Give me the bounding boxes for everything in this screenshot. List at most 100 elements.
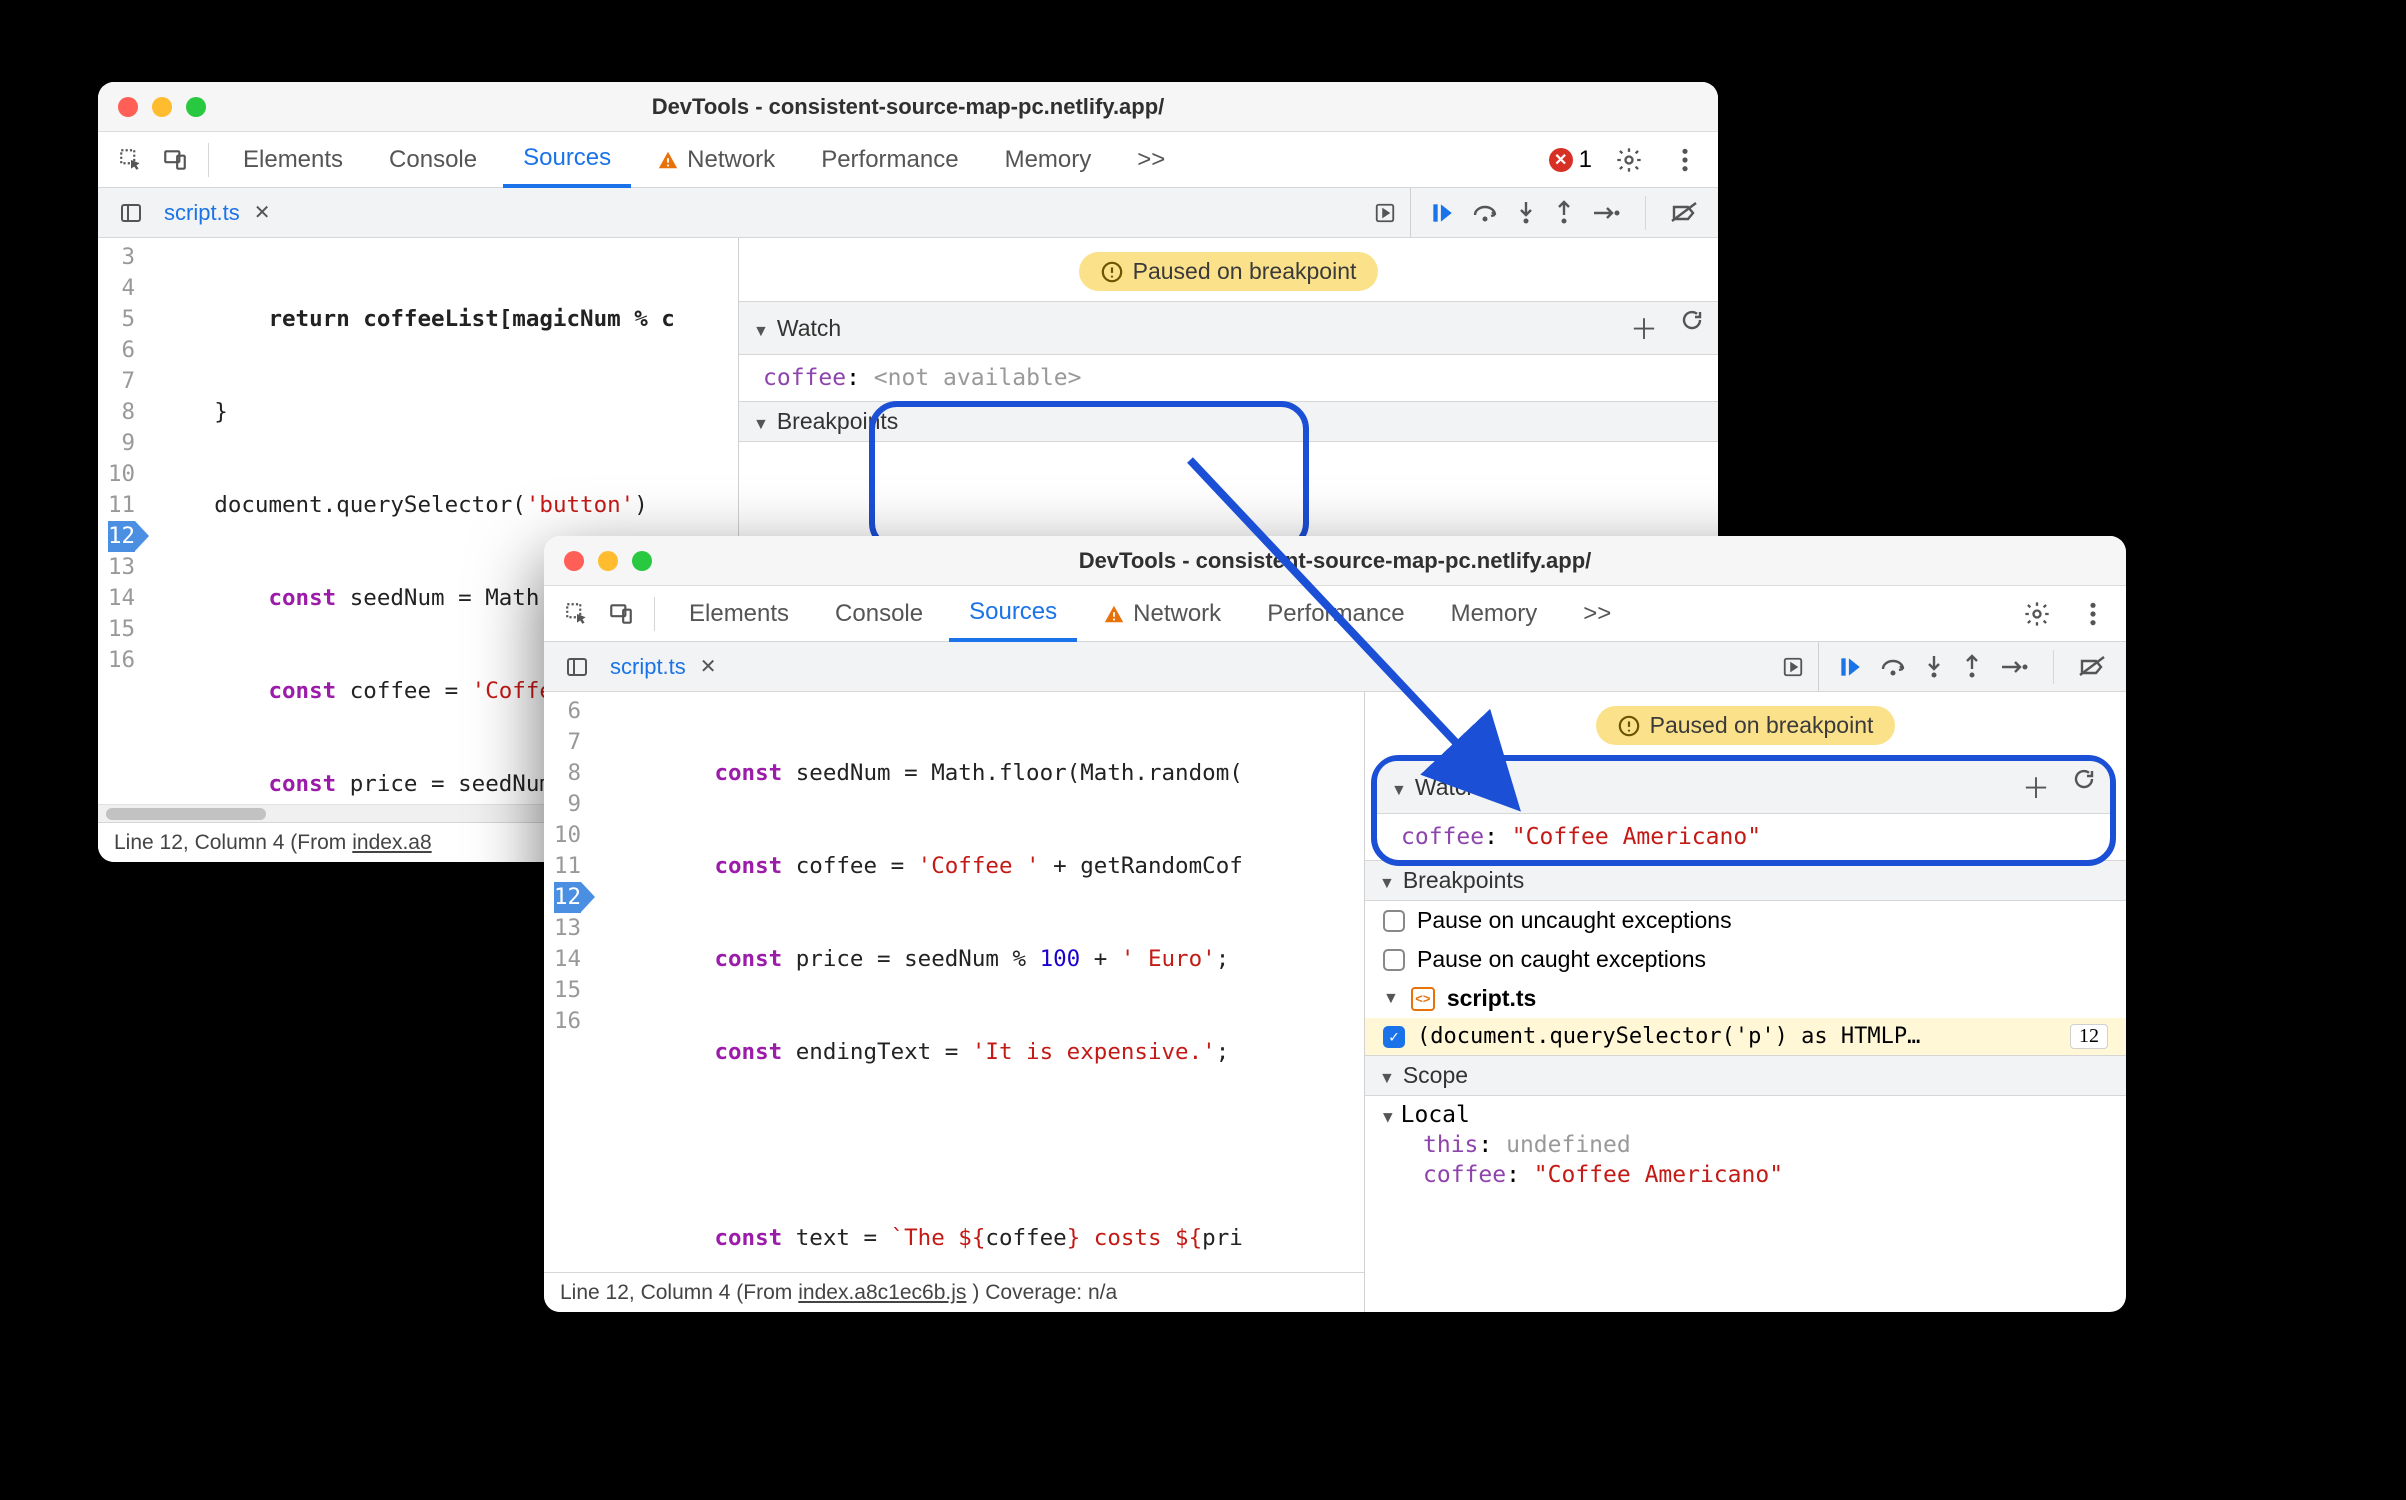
- run-snippet-icon[interactable]: [1774, 656, 1818, 678]
- sourcemap-link[interactable]: index.a8c1ec6b.js: [798, 1281, 966, 1305]
- scope-local[interactable]: Local: [1383, 1100, 2108, 1130]
- code-area[interactable]: const seedNum = Math.floor(Math.random( …: [596, 692, 1253, 1272]
- tab-console[interactable]: Console: [369, 132, 497, 188]
- pause-badge: Paused on breakpoint: [1596, 706, 1896, 745]
- tab-sources[interactable]: Sources: [949, 586, 1077, 642]
- tab-memory[interactable]: Memory: [1431, 586, 1558, 642]
- divider: [654, 597, 655, 631]
- panel-tabs: Elements Console Sources Network Perform…: [544, 586, 2126, 642]
- tab-memory[interactable]: Memory: [985, 132, 1112, 188]
- minimize-icon[interactable]: [598, 551, 618, 571]
- file-tab[interactable]: script.ts: [164, 200, 240, 226]
- watch-highlight: [869, 401, 1309, 551]
- deactivate-breakpoints-icon[interactable]: [2078, 655, 2108, 679]
- refresh-icon[interactable]: [2072, 767, 2096, 807]
- scope-var-this[interactable]: this: undefined: [1383, 1130, 2108, 1160]
- watch-expression[interactable]: coffee: "Coffee Americano": [1377, 814, 2110, 860]
- watch-header[interactable]: Watch ＋: [739, 301, 1718, 355]
- device-icon[interactable]: [156, 141, 194, 179]
- breakpoint-file[interactable]: ▼<>script.ts: [1365, 979, 2126, 1018]
- tab-more[interactable]: >>: [1563, 586, 1631, 642]
- status-bar: Line 12, Column 4 (From index.a8c1ec6b.j…: [544, 1272, 1364, 1312]
- scope-header[interactable]: Scope: [1365, 1055, 2126, 1096]
- zoom-icon[interactable]: [632, 551, 652, 571]
- navigator-toggle-icon[interactable]: [112, 194, 150, 232]
- scope-var-coffee[interactable]: coffee: "Coffee Americano": [1383, 1160, 2108, 1190]
- watch-header[interactable]: Watch ＋: [1377, 761, 2110, 814]
- code-editor[interactable]: 678910111213141516 const seedNum = Math.…: [544, 692, 1364, 1272]
- add-watch-icon[interactable]: ＋: [2022, 767, 2050, 807]
- breakpoint-item[interactable]: ✓(document.querySelector('p') as HTMLP…1…: [1365, 1018, 2126, 1055]
- window-title: DevTools - consistent-source-map-pc.netl…: [544, 548, 2126, 574]
- file-tab[interactable]: script.ts: [610, 654, 686, 680]
- run-snippet-icon[interactable]: [1366, 202, 1410, 224]
- minimize-icon[interactable]: [152, 97, 172, 117]
- resume-icon[interactable]: [1429, 200, 1455, 226]
- kebab-icon[interactable]: [2074, 595, 2112, 633]
- close-icon[interactable]: [118, 97, 138, 117]
- step-icon[interactable]: [1999, 656, 2029, 678]
- step-out-icon[interactable]: [1961, 654, 1983, 680]
- inspect-icon[interactable]: [558, 595, 596, 633]
- tab-performance[interactable]: Performance: [1247, 586, 1424, 642]
- file-tab-bar: script.ts ✕: [544, 642, 2126, 692]
- step-into-icon[interactable]: [1923, 654, 1945, 680]
- navigator-toggle-icon[interactable]: [558, 648, 596, 686]
- inspect-icon[interactable]: [112, 141, 150, 179]
- traffic-lights: [118, 97, 206, 117]
- tab-elements[interactable]: Elements: [669, 586, 809, 642]
- step-over-icon[interactable]: [1471, 201, 1499, 225]
- step-into-icon[interactable]: [1515, 200, 1537, 226]
- watch-expression[interactable]: coffee: <not available>: [739, 355, 1718, 401]
- devtools-window-2: DevTools - consistent-source-map-pc.netl…: [544, 536, 2126, 1312]
- panel-tabs: Elements Console Sources Network Perform…: [98, 132, 1718, 188]
- sourcemap-link[interactable]: index.a8: [352, 831, 431, 855]
- pause-badge: Paused on breakpoint: [1079, 252, 1379, 291]
- step-over-icon[interactable]: [1879, 655, 1907, 679]
- deactivate-breakpoints-icon[interactable]: [1670, 201, 1700, 225]
- divider: [208, 143, 209, 177]
- close-tab-icon[interactable]: ✕: [700, 654, 717, 679]
- refresh-icon[interactable]: [1680, 308, 1704, 348]
- tab-network[interactable]: Network: [637, 132, 795, 188]
- add-watch-icon[interactable]: ＋: [1630, 308, 1658, 348]
- debug-controls: [1818, 642, 2126, 691]
- debug-controls: [1410, 188, 1718, 237]
- breakpoints-header[interactable]: Breakpoints: [1365, 860, 2126, 901]
- tab-network[interactable]: Network: [1083, 586, 1241, 642]
- pause-caught-checkbox[interactable]: Pause on caught exceptions: [1365, 940, 2126, 979]
- warning-icon: [657, 149, 679, 171]
- resume-icon[interactable]: [1837, 654, 1863, 680]
- step-icon[interactable]: [1591, 202, 1621, 224]
- pause-uncaught-checkbox[interactable]: Pause on uncaught exceptions: [1365, 901, 2126, 940]
- window-title: DevTools - consistent-source-map-pc.netl…: [98, 94, 1718, 120]
- close-icon[interactable]: [564, 551, 584, 571]
- divider: [2053, 650, 2054, 684]
- tab-more[interactable]: >>: [1117, 132, 1185, 188]
- debugger-panel: Paused on breakpoint Watch ＋ coffee: "Co…: [1364, 692, 2126, 1312]
- gutter[interactable]: 345678910111213141516: [98, 238, 150, 804]
- zoom-icon[interactable]: [186, 97, 206, 117]
- tab-performance[interactable]: Performance: [801, 132, 978, 188]
- gear-icon[interactable]: [2018, 595, 2056, 633]
- tab-sources[interactable]: Sources: [503, 132, 631, 188]
- step-out-icon[interactable]: [1553, 200, 1575, 226]
- checkbox-icon[interactable]: ✓: [1383, 1026, 1405, 1048]
- error-badge[interactable]: ✕1: [1549, 146, 1592, 174]
- traffic-lights: [564, 551, 652, 571]
- tab-console[interactable]: Console: [815, 586, 943, 642]
- close-tab-icon[interactable]: ✕: [254, 200, 271, 225]
- scope-body: Local this: undefined coffee: "Coffee Am…: [1365, 1096, 2126, 1194]
- titlebar: DevTools - consistent-source-map-pc.netl…: [544, 536, 2126, 586]
- device-icon[interactable]: [602, 595, 640, 633]
- watch-highlight: Watch ＋ coffee: "Coffee Americano": [1371, 755, 2116, 866]
- titlebar: DevTools - consistent-source-map-pc.netl…: [98, 82, 1718, 132]
- breakpoints-section: Pause on uncaught exceptions Pause on ca…: [1365, 901, 2126, 1055]
- kebab-icon[interactable]: [1666, 141, 1704, 179]
- error-icon: ✕: [1549, 148, 1573, 172]
- divider: [1645, 196, 1646, 230]
- gear-icon[interactable]: [1610, 141, 1648, 179]
- tab-elements[interactable]: Elements: [223, 132, 363, 188]
- gutter[interactable]: 678910111213141516: [544, 692, 596, 1272]
- file-icon: <>: [1411, 987, 1435, 1011]
